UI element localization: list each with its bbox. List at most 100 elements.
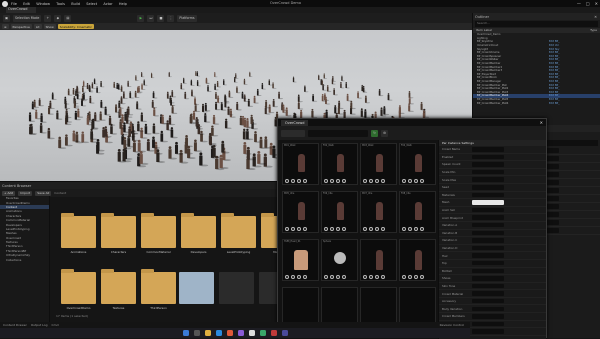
menu-edit[interactable]: Edit bbox=[23, 2, 30, 6]
character-slot[interactable]: F08_Idle bbox=[399, 191, 436, 233]
slot-option-icon[interactable] bbox=[369, 227, 373, 231]
output-log-button[interactable]: Output Log bbox=[31, 323, 48, 327]
more-options-icon[interactable]: ⋮ bbox=[167, 14, 175, 22]
slot-option-icon[interactable] bbox=[363, 275, 367, 279]
add-icon[interactable]: + bbox=[44, 14, 52, 22]
content-folder[interactable]: Textures bbox=[100, 268, 137, 317]
prop-field[interactable] bbox=[472, 215, 504, 220]
prop-field[interactable] bbox=[472, 154, 504, 160]
slot-option-icon[interactable] bbox=[420, 179, 424, 183]
outliner-row[interactable]: BP_CrowdMember_Mat6 Edit BP_ bbox=[473, 101, 600, 105]
overcrowd-settings-icon[interactable]: ⚙ bbox=[381, 129, 388, 137]
slot-option-icon[interactable] bbox=[330, 227, 334, 231]
stop-icon[interactable]: ■ bbox=[157, 14, 165, 22]
folder-tree-item[interactable]: Collections bbox=[0, 257, 49, 262]
character-slot[interactable]: F02_Walk bbox=[321, 143, 358, 185]
slot-option-icon[interactable] bbox=[297, 227, 301, 231]
content-folder[interactable]: OverCrowdDemo bbox=[60, 268, 97, 317]
unreal-logo-icon[interactable] bbox=[2, 0, 8, 7]
character-slot[interactable]: M01_Walk bbox=[282, 143, 319, 185]
prop-field[interactable] bbox=[472, 222, 504, 228]
menu-select[interactable]: Select bbox=[86, 2, 97, 6]
menu-tools[interactable]: Tools bbox=[56, 2, 65, 6]
character-slot[interactable]: M07_Idle bbox=[360, 191, 397, 233]
character-slot[interactable]: HUM_Head_01 bbox=[282, 239, 319, 281]
prop-field[interactable] bbox=[472, 177, 504, 182]
content-drawer-button[interactable]: Content Drawer bbox=[3, 323, 27, 327]
revision-control-button[interactable]: Revision Control bbox=[440, 323, 464, 327]
outliner-row-type[interactable]: Edit BP_ bbox=[549, 58, 560, 61]
slot-option-icon[interactable] bbox=[297, 275, 301, 279]
slot-option-icon[interactable] bbox=[402, 275, 406, 279]
prop-field[interactable] bbox=[472, 230, 504, 236]
step-icon[interactable]: ⏭ bbox=[147, 14, 155, 22]
slot-option-icon[interactable] bbox=[303, 179, 307, 183]
outliner-tab[interactable]: Outliner bbox=[475, 15, 489, 19]
slot-option-icon[interactable] bbox=[414, 179, 418, 183]
slot-option-icon[interactable] bbox=[330, 179, 334, 183]
explorer-icon[interactable] bbox=[204, 330, 211, 336]
import-button[interactable]: Import bbox=[18, 190, 33, 196]
prop-field[interactable] bbox=[472, 185, 504, 190]
slot-option-icon[interactable] bbox=[297, 179, 301, 183]
slot-option-icon[interactable] bbox=[381, 275, 385, 279]
character-slot[interactable]: M03_Walk bbox=[360, 143, 397, 185]
slot-option-icon[interactable] bbox=[414, 227, 418, 231]
overcrowd-close-icon[interactable]: ✕ bbox=[540, 120, 543, 125]
scalability-badge[interactable]: Scalability: Cinematic bbox=[57, 24, 94, 29]
outliner-row-type[interactable]: Edit BP_ bbox=[549, 51, 560, 54]
save-all-button[interactable]: Save All bbox=[35, 190, 52, 196]
menu-build[interactable]: Build bbox=[71, 2, 80, 6]
slot-option-icon[interactable] bbox=[375, 227, 379, 231]
slot-option-icon[interactable] bbox=[324, 227, 328, 231]
overcrowd-tab[interactable]: OverCrowd bbox=[281, 119, 309, 126]
slot-option-icon[interactable] bbox=[336, 275, 340, 279]
show-button[interactable]: Show bbox=[43, 24, 56, 29]
close-icon[interactable]: ✕ bbox=[594, 15, 597, 19]
asset-thumbnail[interactable] bbox=[179, 272, 214, 304]
character-slot[interactable]: Sphere bbox=[321, 239, 358, 281]
play-icon[interactable]: ▶ bbox=[137, 14, 145, 22]
slot-option-icon[interactable] bbox=[408, 227, 412, 231]
lit-button[interactable]: Lit bbox=[33, 24, 42, 29]
outliner-row-type[interactable]: Edit Vol bbox=[549, 44, 559, 47]
prop-field[interactable] bbox=[472, 192, 504, 198]
prop-field[interactable] bbox=[472, 238, 504, 243]
outliner-row-type[interactable]: Edit BP_ bbox=[549, 102, 560, 105]
start-icon[interactable] bbox=[182, 330, 189, 336]
prop-field[interactable] bbox=[472, 306, 504, 312]
slot-option-icon[interactable] bbox=[285, 275, 289, 279]
blueprint-icon[interactable]: ◆ bbox=[54, 14, 62, 22]
menu-window[interactable]: Window bbox=[36, 2, 50, 6]
cmd-input[interactable]: Cmd bbox=[52, 323, 59, 327]
outliner-row-type[interactable]: Edit BP_ bbox=[549, 94, 560, 97]
path-breadcrumb[interactable]: Content bbox=[54, 191, 66, 195]
cinematics-icon[interactable]: ▤ bbox=[64, 14, 72, 22]
content-folder[interactable]: LevelPrototyping bbox=[220, 212, 257, 261]
slot-option-icon[interactable] bbox=[363, 179, 367, 183]
app-icon-4[interactable] bbox=[270, 330, 277, 336]
asset-thumbnail[interactable] bbox=[219, 272, 254, 304]
prop-field[interactable] bbox=[472, 268, 504, 274]
maximize-button[interactable]: □ bbox=[586, 1, 590, 6]
slot-option-icon[interactable] bbox=[336, 227, 340, 231]
slot-option-icon[interactable] bbox=[342, 179, 346, 183]
outliner-search-input[interactable]: Search... bbox=[475, 21, 598, 27]
unreal-taskbar-icon[interactable] bbox=[248, 330, 255, 336]
prop-field[interactable] bbox=[472, 283, 504, 289]
prop-field[interactable] bbox=[472, 276, 504, 281]
slot-option-icon[interactable] bbox=[303, 275, 307, 279]
slot-option-icon[interactable] bbox=[291, 227, 295, 231]
overcrowd-preset-select[interactable] bbox=[281, 129, 305, 137]
outliner-row-type[interactable]: Edit BP_ bbox=[549, 98, 560, 101]
character-slot[interactable]: F04_Walk bbox=[399, 143, 436, 185]
app-icon-1[interactable] bbox=[226, 330, 233, 336]
menu-file[interactable]: File bbox=[11, 2, 17, 6]
slot-option-icon[interactable] bbox=[363, 227, 367, 231]
slot-option-icon[interactable] bbox=[369, 179, 373, 183]
menu-help[interactable]: Help bbox=[119, 2, 127, 6]
content-folder[interactable]: CommonMaterial bbox=[140, 212, 177, 261]
slot-option-icon[interactable] bbox=[336, 179, 340, 183]
app-icon-2[interactable] bbox=[237, 330, 244, 336]
slot-option-icon[interactable] bbox=[285, 179, 289, 183]
